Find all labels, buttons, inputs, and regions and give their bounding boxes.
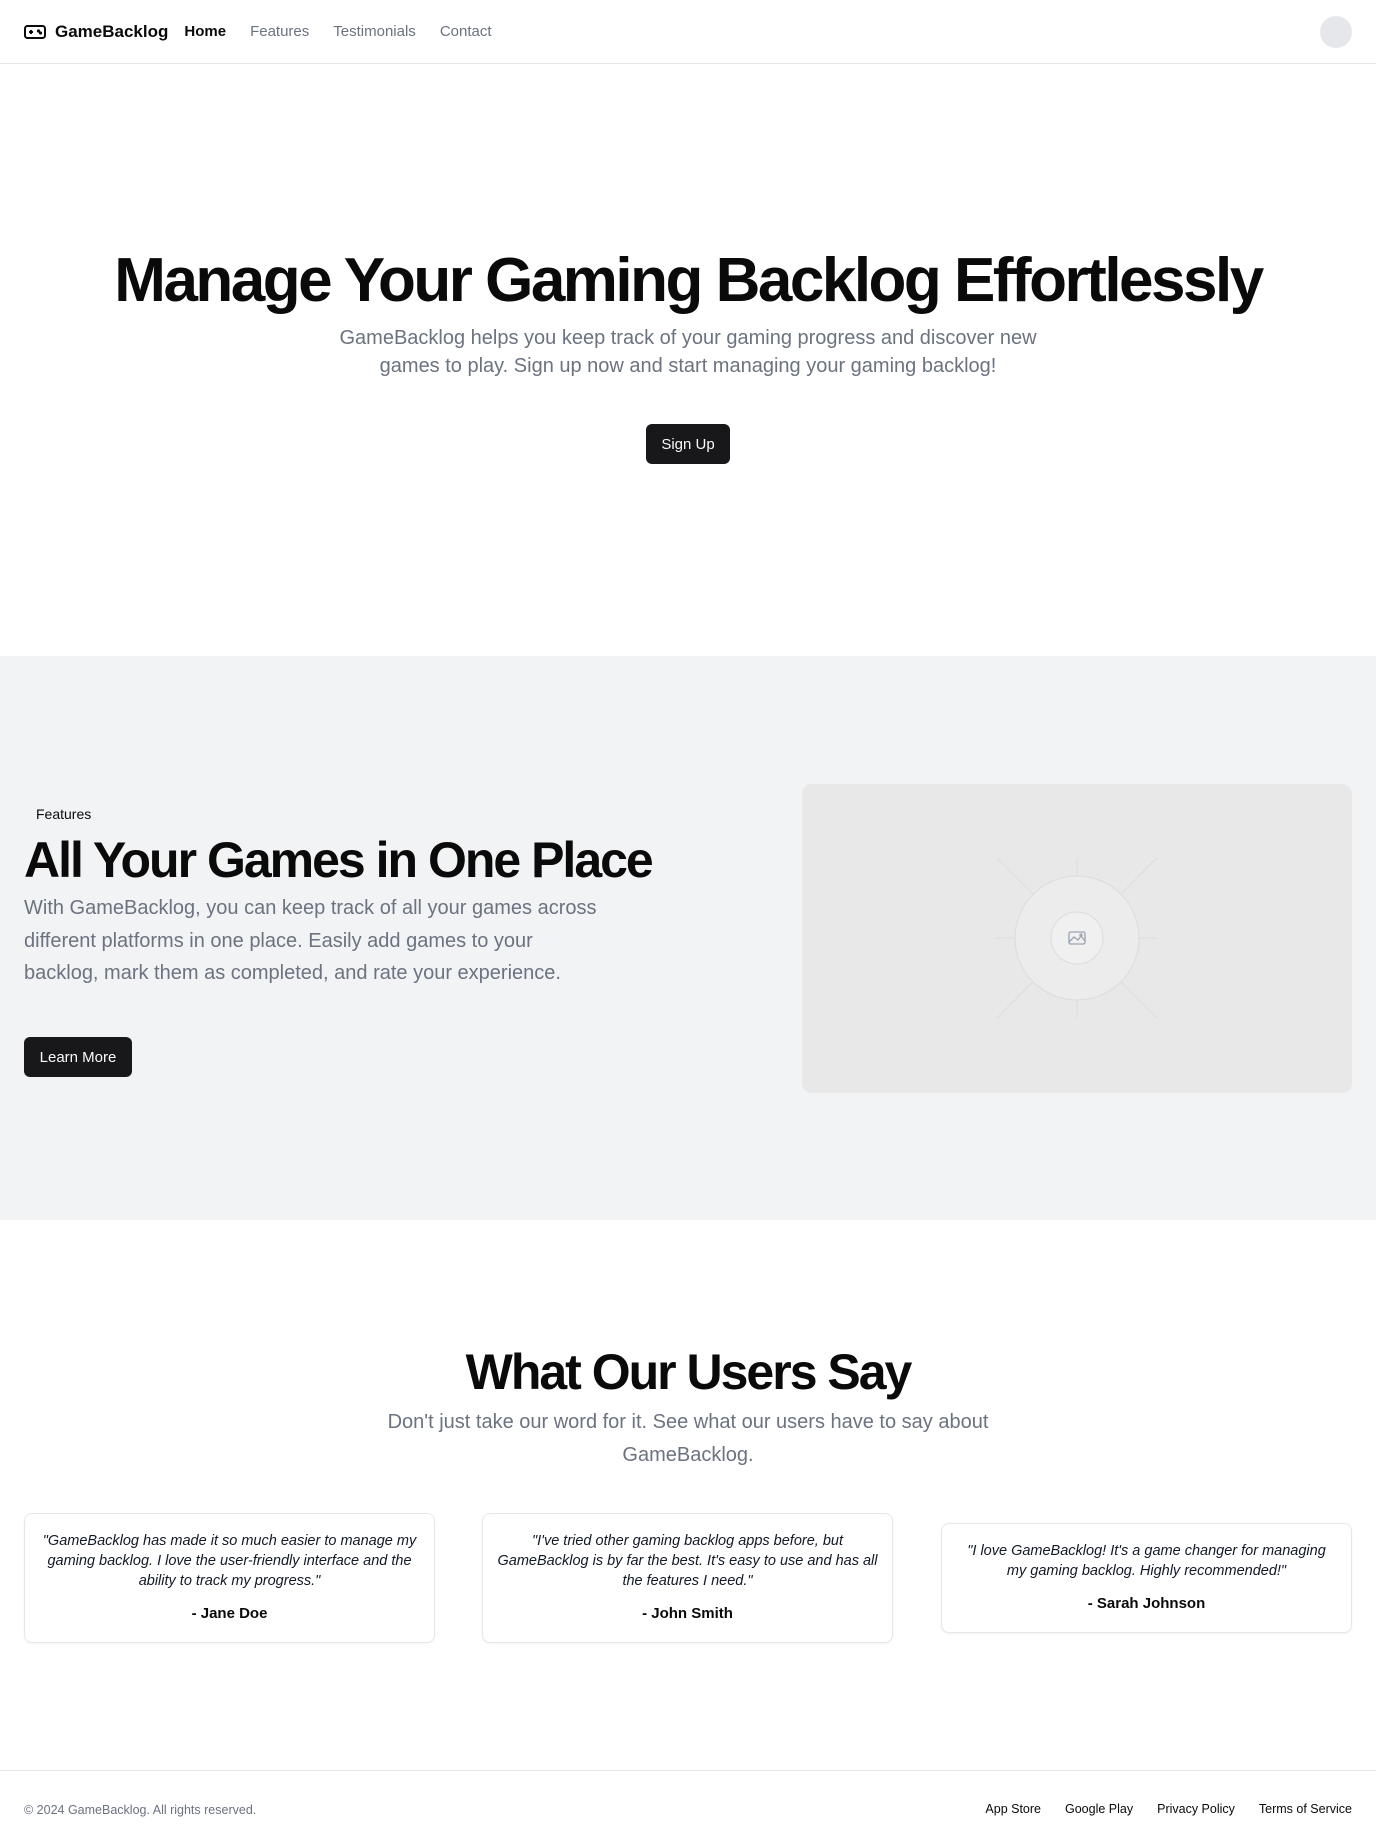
gamepad-icon: [24, 24, 46, 39]
nav-home[interactable]: Home: [184, 23, 226, 40]
sign-up-button[interactable]: Sign Up: [646, 424, 730, 464]
brand-link[interactable]: GameBacklog: [24, 22, 168, 42]
footer-link-app-store[interactable]: App Store: [985, 1802, 1041, 1816]
testimonial-author: - Jane Doe: [191, 1605, 268, 1622]
learn-more-button[interactable]: Learn More: [24, 1037, 132, 1077]
testimonial-author: - John Smith: [642, 1605, 733, 1622]
site-footer: © 2024 GameBacklog. All rights reserved.…: [0, 1770, 1376, 1837]
footer-links: App Store Google Play Privacy Policy Ter…: [985, 1802, 1352, 1816]
testimonial-card: "GameBacklog has made it so much easier …: [24, 1513, 435, 1643]
testimonials-subtitle: Don't just take our word for it. See wha…: [387, 1411, 989, 1466]
hero-description: GameBacklog helps you keep track of your…: [339, 327, 1037, 377]
testimonial-author: - Sarah Johnson: [1087, 1595, 1206, 1612]
testimonial-quote: "I've tried other gaming backlog apps be…: [497, 1533, 878, 1589]
hero-title: Manage Your Gaming Backlog Effortlessly: [114, 246, 1264, 315]
main-nav: Home Features Testimonials Contact: [184, 23, 491, 40]
feature-image: [802, 784, 1352, 1093]
brand-name: GameBacklog: [55, 21, 169, 41]
footer-link-terms-of-service[interactable]: Terms of Service: [1259, 1802, 1352, 1816]
avatar[interactable]: [1320, 16, 1352, 48]
copyright-text: © 2024 GameBacklog. All rights reserved.: [24, 1803, 257, 1817]
testimonials-title: What Our Users Say: [465, 1344, 913, 1400]
footer-link-google-play[interactable]: Google Play: [1065, 1802, 1133, 1816]
features-section: Features All Your Games in One Place Wit…: [0, 656, 1376, 1220]
features-title: All Your Games in One Place: [24, 832, 654, 888]
image-placeholder-icon: [996, 857, 1158, 1019]
nav-contact[interactable]: Contact: [440, 23, 492, 40]
testimonial-quote: "GameBacklog has made it so much easier …: [42, 1533, 417, 1589]
testimonial-card: "I love GameBacklog! It's a game changer…: [941, 1523, 1352, 1633]
footer-link-privacy-policy[interactable]: Privacy Policy: [1157, 1802, 1235, 1816]
testimonial-card: "I've tried other gaming backlog apps be…: [482, 1513, 893, 1643]
features-description: With GameBacklog, you can keep track of …: [24, 897, 597, 984]
testimonials-section: What Our Users Say Don't just take our w…: [0, 1220, 1376, 1770]
nav-features[interactable]: Features: [250, 23, 309, 40]
testimonial-quote: "I love GameBacklog! It's a game changer…: [967, 1543, 1326, 1579]
features-tag: Features: [24, 802, 104, 826]
nav-testimonials[interactable]: Testimonials: [333, 23, 416, 40]
site-header: GameBacklog Home Features Testimonials C…: [0, 0, 1376, 64]
hero-section: Manage Your Gaming Backlog Effortlessly …: [0, 64, 1376, 656]
